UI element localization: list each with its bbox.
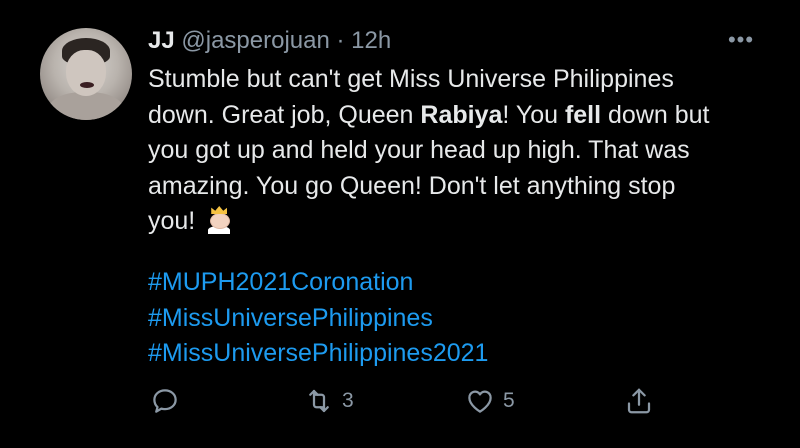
tweet-line: down. Great job, Queen Rabiya! You fell … bbox=[148, 98, 768, 134]
display-name[interactable]: JJ bbox=[148, 27, 175, 54]
avatar-face bbox=[66, 50, 106, 96]
hashtag-link[interactable]: #MUPH2021Coronation bbox=[148, 265, 488, 301]
more-options-icon[interactable]: ••• bbox=[724, 29, 758, 51]
action-bar: 3 5 bbox=[0, 380, 800, 420]
tweet-line: you got up and held your head up high. T… bbox=[148, 136, 690, 164]
separator-dot: · bbox=[336, 27, 345, 54]
princess-emoji-icon bbox=[206, 206, 232, 234]
retweet-arrows-icon bbox=[309, 389, 329, 413]
hashtag-link[interactable]: #MissUniversePhilippines2021 bbox=[148, 336, 488, 372]
reply-button[interactable] bbox=[150, 386, 180, 416]
user-handle[interactable]: @jasperojuan bbox=[181, 27, 329, 54]
timestamp[interactable]: 12h bbox=[351, 27, 391, 54]
retweet-count: 3 bbox=[342, 389, 354, 412]
retweet-button[interactable]: 3 bbox=[304, 386, 354, 416]
hashtag-link[interactable]: #MissUniversePhilippines bbox=[148, 301, 488, 337]
speech-bubble-icon bbox=[153, 389, 177, 413]
share-upload-icon bbox=[627, 388, 651, 414]
avatar-body bbox=[48, 92, 124, 120]
avatar-mouth bbox=[80, 82, 94, 88]
text-segment: down. Great job, Queen bbox=[148, 100, 421, 129]
heart-icon bbox=[468, 390, 492, 413]
tweet[interactable]: JJ @jasperojuan · 12h ••• Stumble but ca… bbox=[0, 0, 800, 448]
tweet-line: Stumble but can't get Miss Universe Phil… bbox=[148, 65, 674, 93]
avatar[interactable] bbox=[40, 28, 132, 120]
text-segment: down but bbox=[601, 100, 710, 129]
tweet-line: amazing. You go Queen! Don't let anythin… bbox=[148, 171, 676, 200]
share-button[interactable] bbox=[624, 386, 654, 416]
like-button[interactable]: 5 bbox=[465, 386, 515, 416]
tweet-header: JJ @jasperojuan · 12h bbox=[148, 26, 391, 56]
tweet-line: you! bbox=[148, 204, 768, 240]
bold-name: Rabiya bbox=[420, 100, 503, 129]
like-count: 5 bbox=[503, 389, 515, 412]
text-segment: you! bbox=[148, 207, 196, 235]
tweet-text: Stumble but can't get Miss Universe Phil… bbox=[148, 62, 768, 240]
bold-word: fell bbox=[564, 100, 602, 129]
text-segment: ! You bbox=[502, 100, 565, 129]
hashtag-list: #MUPH2021Coronation #MissUniversePhilipp… bbox=[148, 265, 488, 372]
